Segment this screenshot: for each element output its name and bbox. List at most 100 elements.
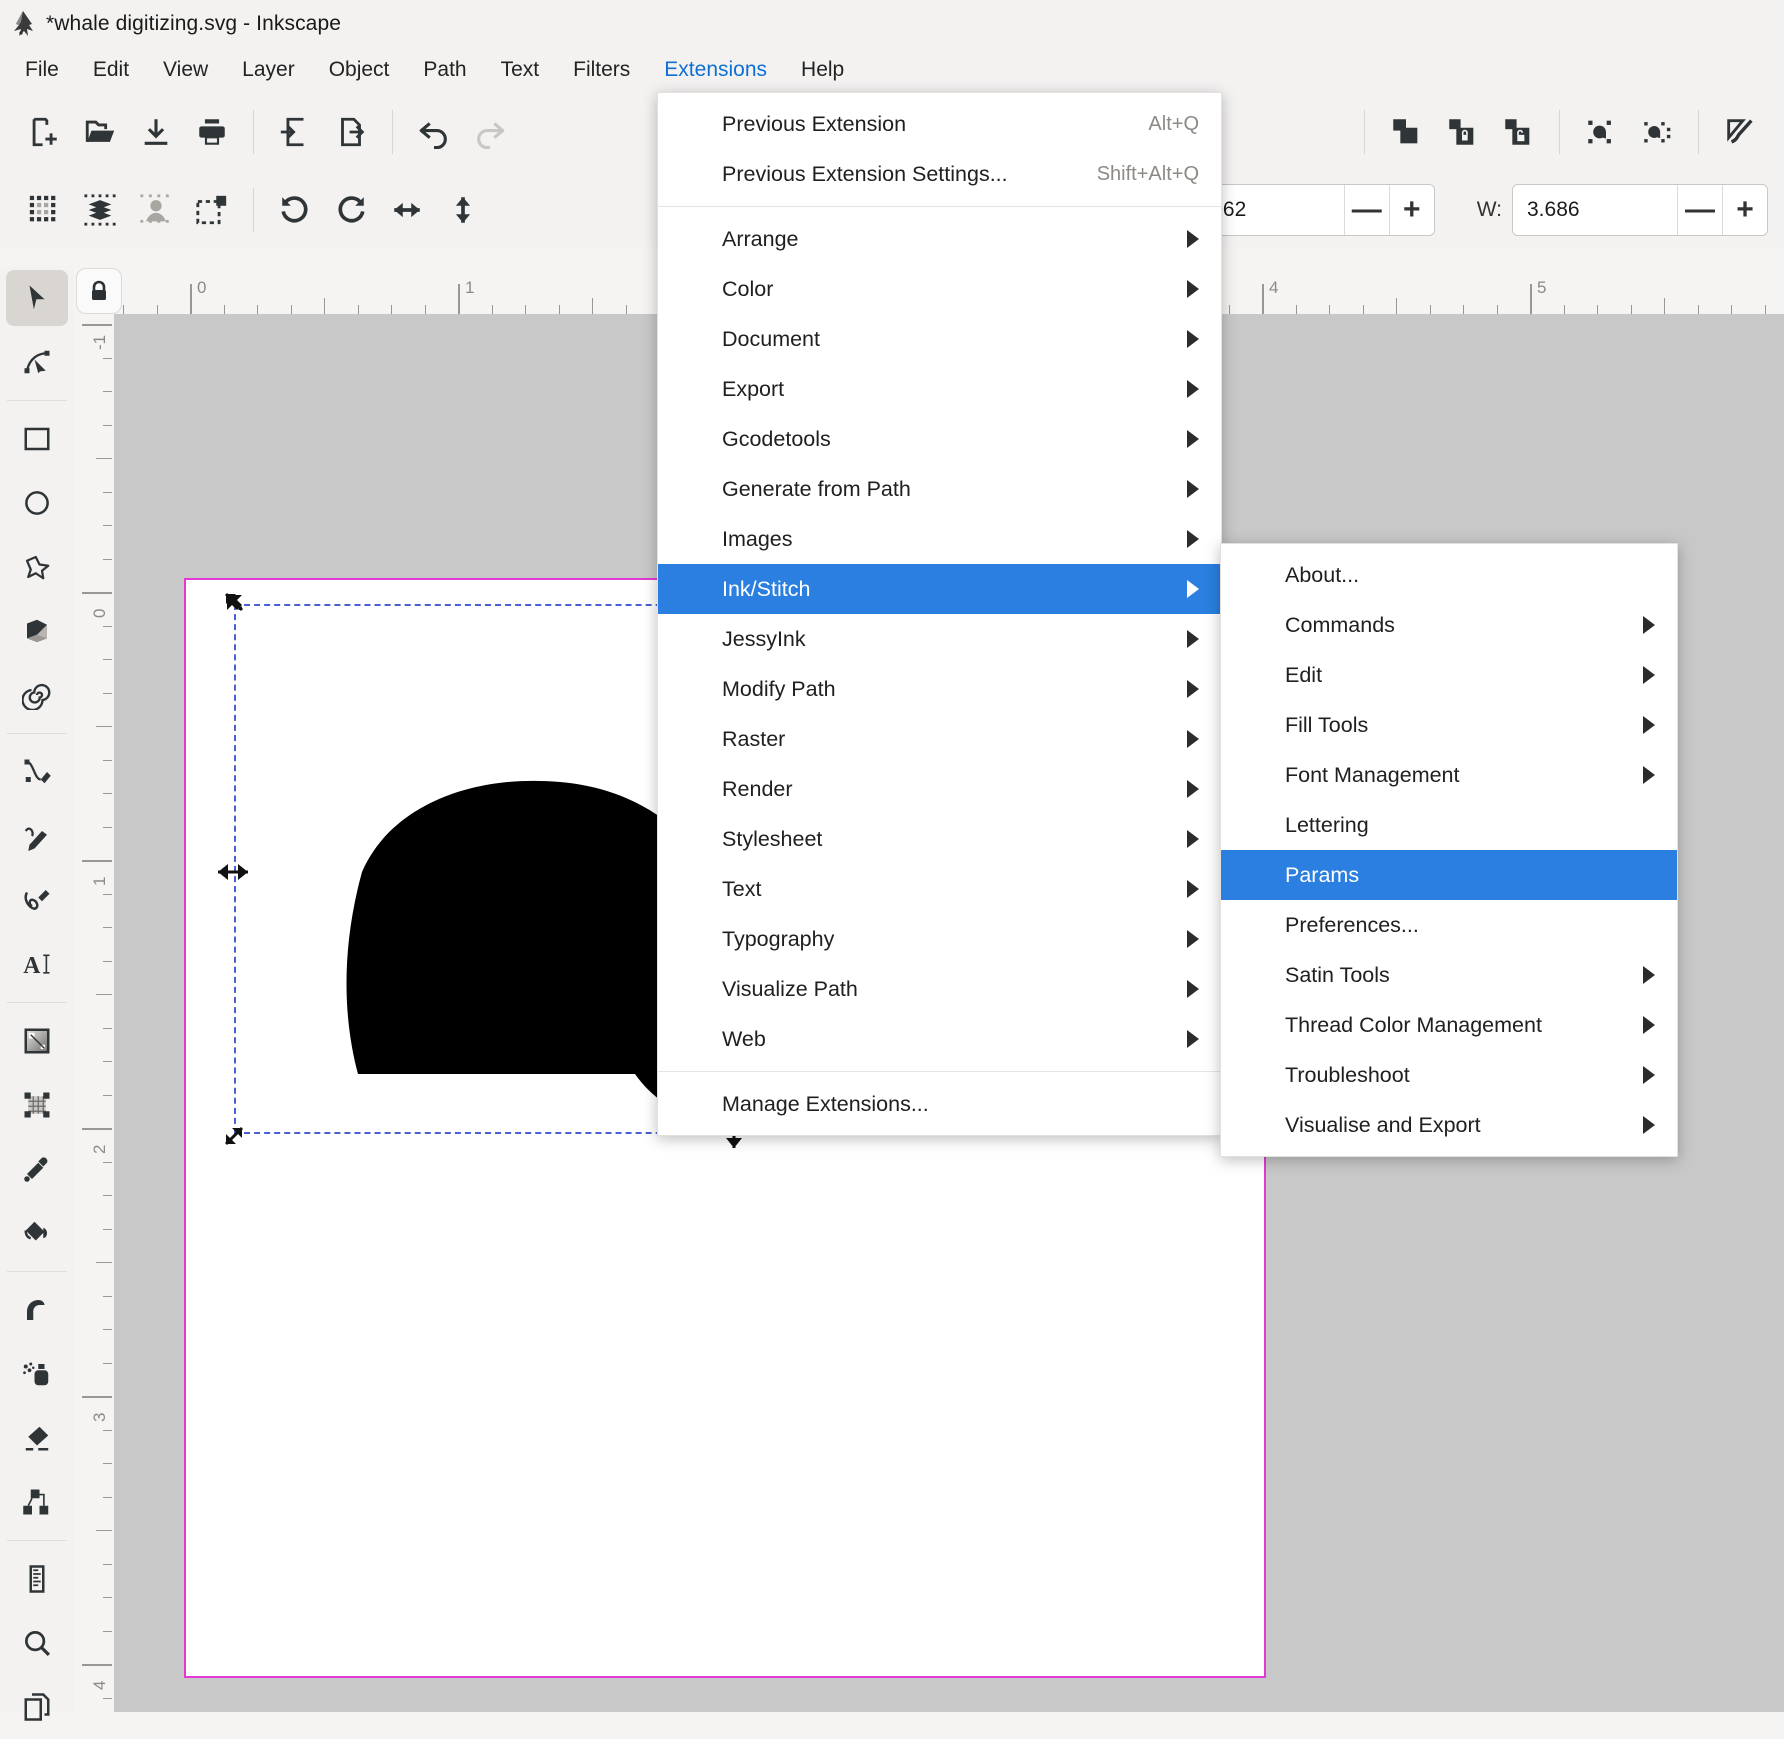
w-increment-button[interactable]: + (1722, 185, 1767, 235)
y-increment-button[interactable]: + (1389, 185, 1434, 235)
object-to-path-button[interactable] (1573, 104, 1629, 160)
submenu-item-troubleshoot[interactable]: Troubleshoot (1221, 1050, 1677, 1100)
extensions-dropdown-menu[interactable]: Previous Extension Alt+Q Previous Extens… (657, 92, 1222, 1136)
menu-object[interactable]: Object (312, 52, 407, 88)
pages-tool[interactable] (0, 1675, 74, 1739)
menu-item-web[interactable]: Web (658, 1014, 1221, 1064)
menu-item-ink-stitch[interactable]: Ink/Stitch (658, 564, 1221, 614)
submenu-item-visualise-and-export[interactable]: Visualise and Export (1221, 1100, 1677, 1150)
zoom-tool[interactable] (0, 1611, 74, 1675)
node-tool[interactable] (0, 330, 74, 394)
selection-handle-nw[interactable] (222, 590, 248, 616)
undo-button[interactable] (406, 104, 462, 160)
menu-item-jessyink[interactable]: JessyInk (658, 614, 1221, 664)
flip-horizontal-button[interactable] (379, 182, 435, 238)
menu-item-render[interactable]: Render (658, 764, 1221, 814)
flip-vertical-button[interactable] (435, 182, 491, 238)
text-tool[interactable]: A (0, 932, 74, 996)
menu-item-gcodetools[interactable]: Gcodetools (658, 414, 1221, 464)
submenu-item-satin-tools[interactable]: Satin Tools (1221, 950, 1677, 1000)
calligraphy-tool[interactable] (0, 868, 74, 932)
redo-button[interactable] (462, 104, 518, 160)
lock-guides-button[interactable] (76, 268, 122, 314)
export-button[interactable] (323, 104, 379, 160)
selector-tool[interactable] (0, 266, 74, 330)
selection-handle-sw[interactable] (222, 1122, 248, 1148)
inkstitch-submenu[interactable]: About... Commands Edit Fill Tools Font M… (1220, 543, 1678, 1157)
paintbucket-tool[interactable] (0, 1201, 74, 1265)
rectangle-tool[interactable] (0, 407, 74, 471)
spiral-tool[interactable] (0, 663, 74, 727)
selection-handle-w[interactable] (216, 859, 250, 885)
mesh-tool[interactable] (0, 1073, 74, 1137)
select-same-button[interactable] (128, 182, 184, 238)
submenu-item-lettering[interactable]: Lettering (1221, 800, 1677, 850)
eraser-tool[interactable] (0, 1406, 74, 1470)
pencil-tool[interactable] (0, 804, 74, 868)
bezier-tool[interactable] (0, 740, 74, 804)
dropper-tool[interactable] (0, 1137, 74, 1201)
measure-tool[interactable] (0, 1547, 74, 1611)
connector-tool[interactable] (0, 1470, 74, 1534)
import-button[interactable] (267, 104, 323, 160)
deselect-button[interactable] (184, 182, 240, 238)
menu-item-arrange[interactable]: Arrange (658, 214, 1221, 264)
print-button[interactable] (184, 104, 240, 160)
menu-item-generate-from-path[interactable]: Generate from Path (658, 464, 1221, 514)
rotate-ccw-button[interactable] (267, 182, 323, 238)
save-document-button[interactable] (128, 104, 184, 160)
submenu-item-about[interactable]: About... (1221, 550, 1677, 600)
menu-file[interactable]: File (8, 52, 76, 88)
menu-item-visualize-path[interactable]: Visualize Path (658, 964, 1221, 1014)
submenu-item-edit[interactable]: Edit (1221, 650, 1677, 700)
ungroup-button[interactable] (1490, 104, 1546, 160)
3dbox-tool[interactable] (0, 599, 74, 663)
menu-item-images[interactable]: Images (658, 514, 1221, 564)
stroke-to-path-button[interactable] (1629, 104, 1685, 160)
vertical-ruler[interactable]: -101234 (74, 314, 115, 1712)
star-tool[interactable] (0, 535, 74, 599)
spray-tool[interactable] (0, 1342, 74, 1406)
xml-editor-button[interactable] (1712, 104, 1768, 160)
menu-item-color[interactable]: Color (658, 264, 1221, 314)
menu-item-manage-extensions[interactable]: Manage Extensions... (658, 1079, 1221, 1129)
menu-item-modify-path[interactable]: Modify Path (658, 664, 1221, 714)
menu-item-text[interactable]: Text (658, 864, 1221, 914)
w-spinbox[interactable]: 3.686 — + (1512, 184, 1768, 236)
w-decrement-button[interactable]: — (1677, 185, 1722, 235)
menu-filters[interactable]: Filters (556, 52, 647, 88)
menu-item-typography[interactable]: Typography (658, 914, 1221, 964)
submenu-item-fill-tools[interactable]: Fill Tools (1221, 700, 1677, 750)
menu-path[interactable]: Path (406, 52, 483, 88)
select-all-button[interactable] (16, 182, 72, 238)
width-field[interactable]: W: 3.686 — + (1477, 184, 1768, 236)
menu-help[interactable]: Help (784, 52, 861, 88)
menu-text[interactable]: Text (484, 52, 557, 88)
submenu-item-params[interactable]: Params (1221, 850, 1677, 900)
tweak-tool[interactable] (0, 1278, 74, 1342)
menu-item-export[interactable]: Export (658, 364, 1221, 414)
menu-item-raster[interactable]: Raster (658, 714, 1221, 764)
gradient-tool[interactable] (0, 1009, 74, 1073)
new-document-button[interactable] (16, 104, 72, 160)
menu-item-document[interactable]: Document (658, 314, 1221, 364)
menu-view[interactable]: View (146, 52, 225, 88)
submenu-item-commands[interactable]: Commands (1221, 600, 1677, 650)
group-button[interactable] (1434, 104, 1490, 160)
w-value[interactable]: 3.686 (1513, 185, 1677, 235)
menu-item-previous-extension-settings[interactable]: Previous Extension Settings... Shift+Alt… (658, 149, 1221, 199)
submenu-item-font-management[interactable]: Font Management (1221, 750, 1677, 800)
submenu-item-thread-color-management[interactable]: Thread Color Management (1221, 1000, 1677, 1050)
select-all-layers-button[interactable] (72, 182, 128, 238)
menu-edit[interactable]: Edit (76, 52, 146, 88)
duplicate-button[interactable] (1378, 104, 1434, 160)
menu-layer[interactable]: Layer (225, 52, 312, 88)
menu-item-stylesheet[interactable]: Stylesheet (658, 814, 1221, 864)
ellipse-tool[interactable] (0, 471, 74, 535)
menu-item-previous-extension[interactable]: Previous Extension Alt+Q (658, 99, 1221, 149)
y-decrement-button[interactable]: — (1344, 185, 1389, 235)
open-document-button[interactable] (72, 104, 128, 160)
submenu-item-preferences[interactable]: Preferences... (1221, 900, 1677, 950)
rotate-cw-button[interactable] (323, 182, 379, 238)
menu-extensions[interactable]: Extensions (647, 52, 784, 88)
